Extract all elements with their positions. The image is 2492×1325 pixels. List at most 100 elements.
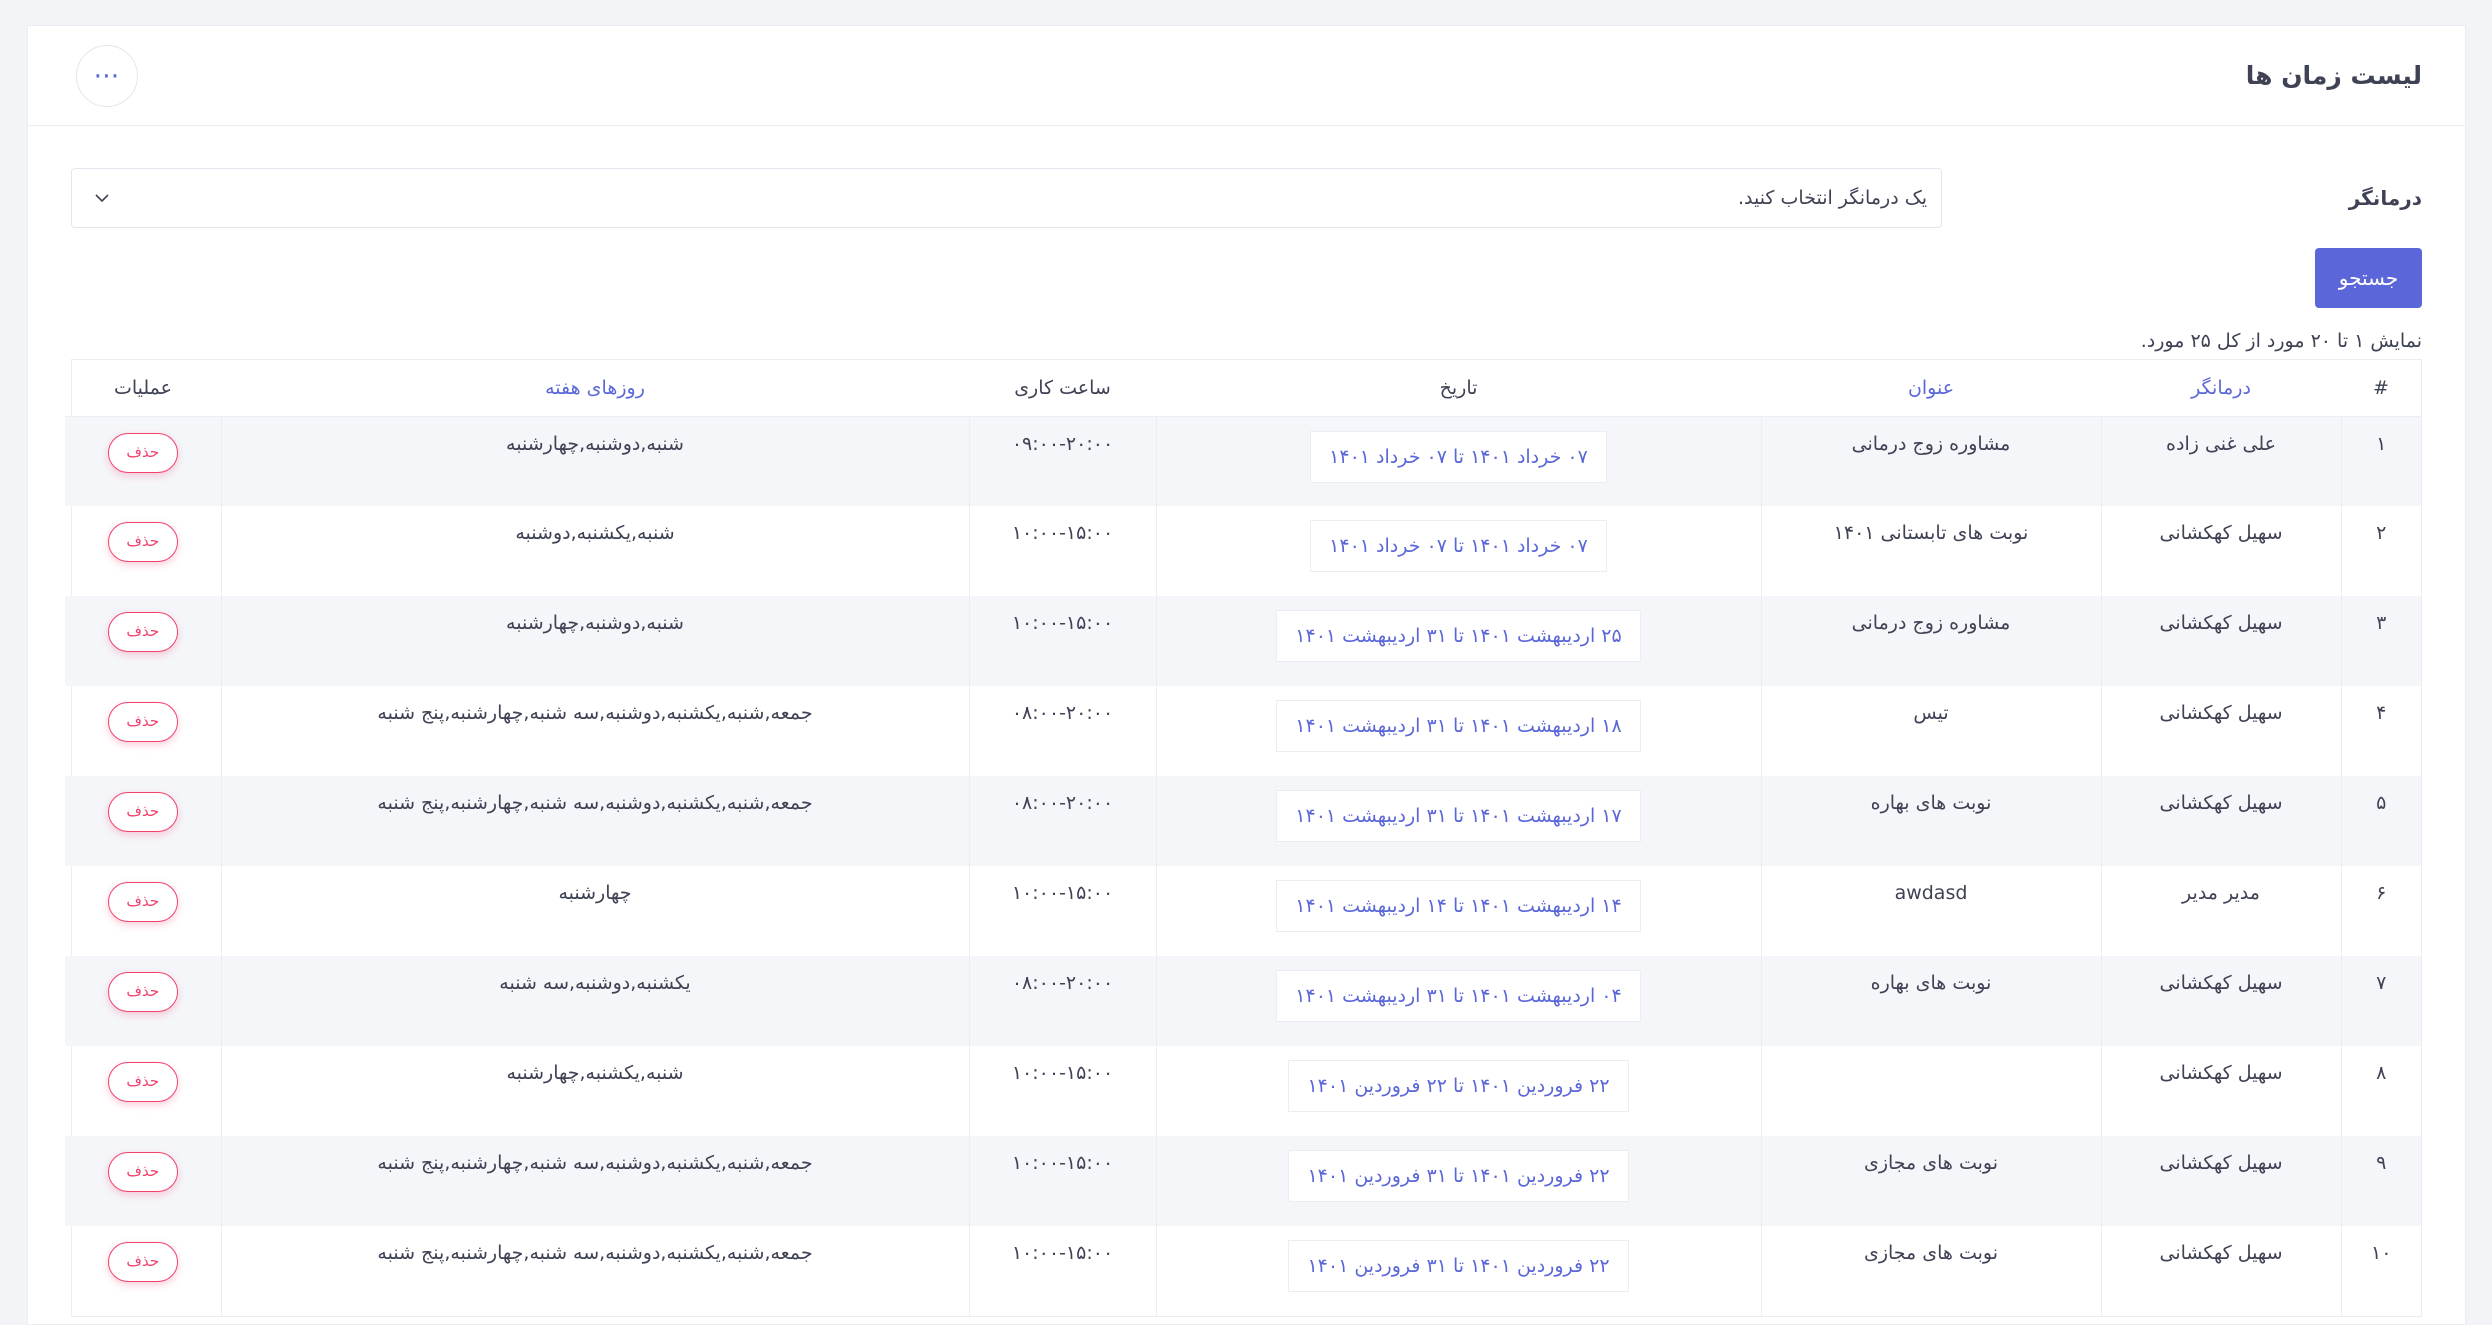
cell-therapist: سهیل کهکشانی: [2100, 956, 2341, 1046]
cell-therapist: سهیل کهکشانی: [2100, 1226, 2341, 1316]
cell-ops: حذف: [65, 1046, 221, 1136]
chevron-down-icon: [95, 194, 109, 203]
cell-weekdays: شنبه,یکشنبه,چهارشنبه: [220, 1046, 969, 1136]
cell-date: ۱۷ اردیبهشت ۱۴۰۱ تا ۳۱ اردیبهشت ۱۴۰۱: [1155, 776, 1761, 866]
cell-index: ۹: [2340, 1136, 2421, 1226]
card-header: لیست زمان ها ⋯: [28, 26, 2465, 126]
cell-ops: حذف: [65, 416, 221, 506]
cell-hours: ۱۰:۰۰-۱۵:۰۰: [968, 596, 1156, 686]
delete-button[interactable]: حذف: [107, 882, 178, 922]
cell-hours: ۰۹:۰۰-۲۰:۰۰: [968, 416, 1156, 506]
col-header-date: تاریخ: [1156, 360, 1761, 417]
cell-title: نوبت های بهاره: [1760, 776, 2101, 866]
date-range-badge: ۲۲ فروردین ۱۴۰۱ تا ۲۲ فروردین ۱۴۰۱: [1288, 1060, 1629, 1112]
cell-hours: ۱۰:۰۰-۱۵:۰۰: [968, 1136, 1156, 1226]
cell-therapist: سهیل کهکشانی: [2100, 596, 2341, 686]
cell-title: نوبت های تابستانی ۱۴۰۱: [1760, 506, 2101, 596]
cell-ops: حذف: [65, 1136, 221, 1226]
cell-index: ۷: [2340, 956, 2421, 1046]
table-row: ۸ سهیل کهکشانی ۲۲ فروردین ۱۴۰۱ تا ۲۲ فرورد…: [65, 1046, 2421, 1136]
cell-title: نوبت های مجازی: [1760, 1136, 2101, 1226]
cell-date: ۰۷ خرداد ۱۴۰۱ تا ۰۷ خرداد ۱۴۰۱: [1155, 416, 1761, 506]
cell-index: ۱۰: [2340, 1226, 2421, 1316]
cell-title: تیس: [1760, 686, 2101, 776]
cell-index: ۴: [2340, 686, 2421, 776]
cell-index: ۸: [2340, 1046, 2421, 1136]
therapist-select-value: یک درمانگر انتخاب کنید.: [1737, 187, 1927, 209]
cell-title: نوبت های مجازی: [1760, 1226, 2101, 1316]
date-range-badge: ۱۷ اردیبهشت ۱۴۰۱ تا ۳۱ اردیبهشت ۱۴۰۱: [1276, 790, 1641, 842]
cell-date: ۰۷ خرداد ۱۴۰۱ تا ۰۷ خرداد ۱۴۰۱: [1155, 506, 1761, 596]
cell-hours: ۰۸:۰۰-۲۰:۰۰: [968, 776, 1156, 866]
cell-ops: حذف: [65, 596, 221, 686]
schedules-table: # درمانگر عنوان تاریخ ساعت کاری روزهای ه…: [65, 360, 2421, 1316]
therapist-select[interactable]: یک درمانگر انتخاب کنید.: [71, 168, 1942, 228]
cell-title: مشاوره زوج درمانی: [1760, 416, 2101, 506]
cell-title: مشاوره زوج درمانی: [1760, 596, 2101, 686]
table-row: ۶ مدیر مدیر awdasd ۱۴ اردیبهشت ۱۴۰۱ تا ۱۴ ا…: [65, 866, 2421, 956]
cell-date: ۲۲ فروردین ۱۴۰۱ تا ۳۱ فروردین ۱۴۰۱: [1155, 1226, 1761, 1316]
therapist-filter-row: درمانگر یک درمانگر انتخاب کنید.: [71, 168, 2422, 228]
cell-therapist: سهیل کهکشانی: [2100, 506, 2341, 596]
date-range-badge: ۲۲ فروردین ۱۴۰۱ تا ۳۱ فروردین ۱۴۰۱: [1288, 1150, 1629, 1202]
cell-ops: حذف: [65, 776, 221, 866]
cell-index: ۲: [2340, 506, 2421, 596]
cell-therapist: علی غنی زاده: [2100, 416, 2341, 506]
cell-ops: حذف: [65, 506, 221, 596]
cell-therapist: سهیل کهکشانی: [2100, 686, 2341, 776]
delete-button[interactable]: حذف: [107, 972, 178, 1012]
cell-hours: ۰۸:۰۰-۲۰:۰۰: [968, 686, 1156, 776]
table-row: ۹ سهیل کهکشانی نوبت های مجازی ۲۲ فروردین ۱۴…: [65, 1136, 2421, 1226]
cell-weekdays: شنبه,یکشنبه,دوشنبه: [220, 506, 969, 596]
delete-button[interactable]: حذف: [107, 792, 178, 832]
delete-button[interactable]: حذف: [107, 1062, 178, 1102]
cell-ops: حذف: [65, 1226, 221, 1316]
cell-hours: ۱۰:۰۰-۱۵:۰۰: [968, 866, 1156, 956]
cell-title: awdasd: [1760, 866, 2101, 956]
cell-weekdays: چهارشنبه: [220, 866, 969, 956]
table-row: ۲ سهیل کهکشانی نوبت های تابستانی ۱۴۰۱ ۰۷ خر…: [65, 506, 2421, 596]
cell-weekdays: جمعه,شنبه,یکشنبه,دوشنبه,سه شنبه,چهارشنبه…: [220, 1136, 969, 1226]
cell-therapist: سهیل کهکشانی: [2100, 1136, 2341, 1226]
col-header-weekdays[interactable]: روزهای هفته: [221, 360, 969, 417]
cell-index: ۱: [2340, 416, 2421, 506]
date-range-badge: ۲۲ فروردین ۱۴۰۱ تا ۳۱ فروردین ۱۴۰۱: [1288, 1240, 1629, 1292]
col-header-ops: عملیات: [65, 360, 221, 417]
more-dots-icon: ⋯: [93, 60, 121, 91]
delete-button[interactable]: حذف: [107, 1152, 178, 1192]
table-row: ۱۰ سهیل کهکشانی نوبت های مجازی ۲۲ فروردین ۱…: [65, 1226, 2421, 1316]
cell-weekdays: شنبه,دوشنبه,چهارشنبه: [220, 416, 969, 506]
table-header-row: # درمانگر عنوان تاریخ ساعت کاری روزهای ه…: [65, 360, 2421, 417]
cell-ops: حذف: [65, 686, 221, 776]
delete-button[interactable]: حذف: [107, 612, 178, 652]
results-summary: نمایش ۱ تا ۲۰ مورد از کل ۲۵ مورد.: [2140, 330, 2422, 352]
cell-hours: ۱۰:۰۰-۱۵:۰۰: [968, 506, 1156, 596]
cell-therapist: سهیل کهکشانی: [2100, 776, 2341, 866]
schedules-table-wrap: # درمانگر عنوان تاریخ ساعت کاری روزهای ه…: [65, 359, 2422, 1317]
cell-index: ۶: [2340, 866, 2421, 956]
cell-date: ۱۴ اردیبهشت ۱۴۰۱ تا ۱۴ اردیبهشت ۱۴۰۱: [1155, 866, 1761, 956]
page-title: لیست زمان ها: [2245, 61, 2422, 90]
table-row: ۱ علی غنی زاده مشاوره زوج درمانی ۰۷ خرداد ۱…: [65, 416, 2421, 506]
cell-therapist: مدیر مدیر: [2100, 866, 2341, 956]
col-header-therapist[interactable]: درمانگر: [2101, 360, 2341, 417]
col-header-title[interactable]: عنوان: [1761, 360, 2101, 417]
cell-date: ۲۲ فروردین ۱۴۰۱ تا ۳۱ فروردین ۱۴۰۱: [1155, 1136, 1761, 1226]
table-row: ۳ سهیل کهکشانی مشاوره زوج درمانی ۲۵ اردیبهش…: [65, 596, 2421, 686]
time-list-card: لیست زمان ها ⋯ درمانگر یک درمانگر انتخاب…: [27, 25, 2466, 1325]
delete-button[interactable]: حذف: [107, 432, 178, 473]
date-range-badge: ۱۸ اردیبهشت ۱۴۰۱ تا ۳۱ اردیبهشت ۱۴۰۱: [1276, 700, 1641, 752]
cell-hours: ۰۸:۰۰-۲۰:۰۰: [968, 956, 1156, 1046]
cell-ops: حذف: [65, 866, 221, 956]
more-options-button[interactable]: ⋯: [76, 44, 138, 107]
search-button[interactable]: جستجو: [2315, 248, 2422, 308]
cell-title: [1760, 1046, 2101, 1136]
cell-title: نوبت های بهاره: [1760, 956, 2101, 1046]
date-range-badge: ۰۷ خرداد ۱۴۰۱ تا ۰۷ خرداد ۱۴۰۱: [1310, 520, 1607, 572]
table-row: ۵ سهیل کهکشانی نوبت های بهاره ۱۷ اردیبهشت ۱…: [65, 776, 2421, 866]
delete-button[interactable]: حذف: [107, 1242, 178, 1282]
delete-button[interactable]: حذف: [107, 522, 178, 562]
therapist-filter-label: درمانگر: [2348, 186, 2422, 210]
cell-date: ۱۸ اردیبهشت ۱۴۰۱ تا ۳۱ اردیبهشت ۱۴۰۱: [1155, 686, 1761, 776]
delete-button[interactable]: حذف: [107, 702, 178, 742]
